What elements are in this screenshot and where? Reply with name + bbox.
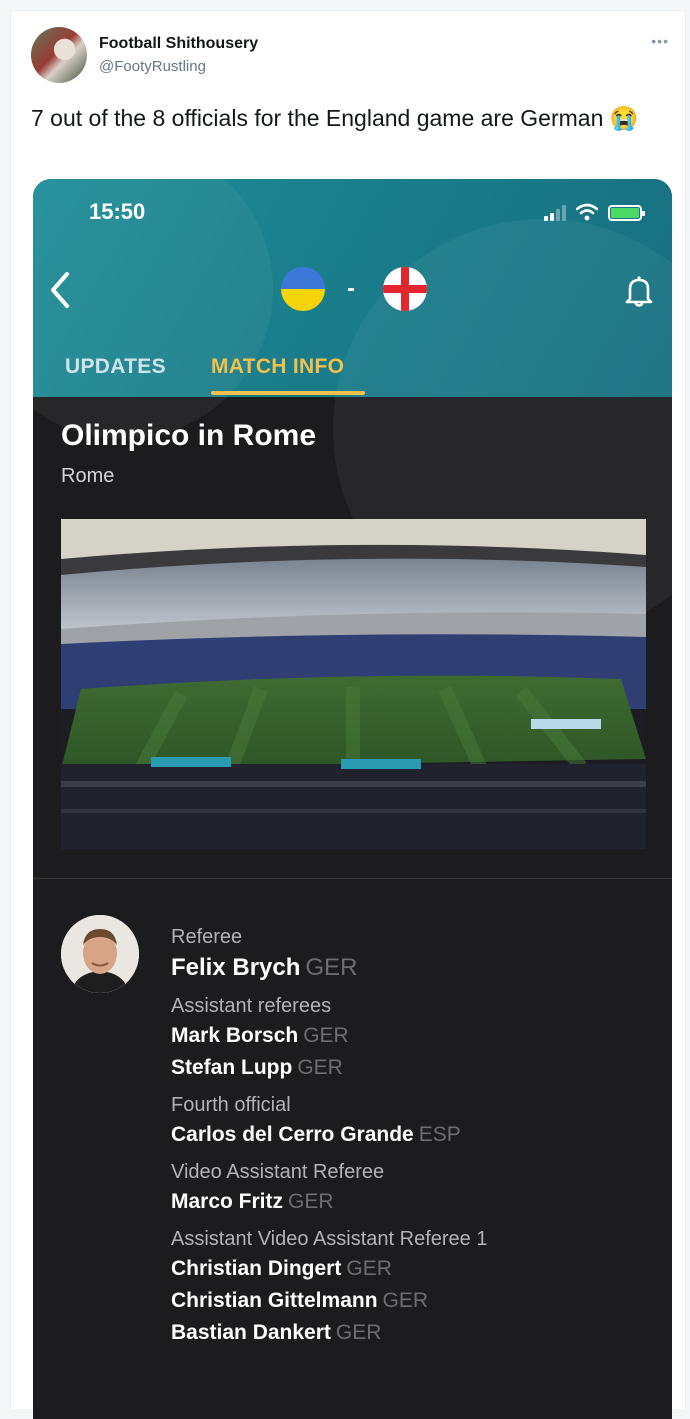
role-label: Video Assistant Referee (171, 1161, 385, 1183)
official-nationality: ESP (418, 1123, 461, 1146)
status-icons (544, 203, 645, 221)
role-label: Assistant Video Assistant Referee 1 (171, 1228, 488, 1250)
venue-city: Rome (61, 465, 115, 487)
tab-updates[interactable]: UPDATES (65, 355, 166, 379)
battery-charging-icon (608, 205, 645, 221)
tab-match-info[interactable]: MATCH INFO (211, 355, 344, 379)
author-display-name[interactable]: Football Shithousery (99, 35, 258, 53)
official-nationality: GER (335, 1321, 382, 1344)
official-name: Bastian Dankert (171, 1321, 331, 1344)
status-time: 15:50 (89, 199, 146, 224)
official-nationality: GER (303, 1024, 349, 1047)
official-name: Christian Gittelmann (171, 1289, 378, 1312)
app-header: 15:50 - UPDATES MATCH INFO (33, 179, 672, 639)
official-nationality: GER (346, 1257, 392, 1280)
stadium-photo (61, 519, 646, 849)
official-row[interactable]: Felix Brych GER (171, 951, 651, 985)
official-name: Felix Brych (171, 954, 301, 981)
section-divider (33, 878, 672, 879)
role-label: Fourth official (171, 1094, 291, 1116)
official-row[interactable]: Christian Dingert GER (171, 1253, 651, 1285)
venue-name: Olimpico in Rome (61, 419, 317, 452)
embedded-screenshot[interactable]: 15:50 - UPDATES MATCH INFO Olimpico in R… (33, 179, 672, 1419)
official-row[interactable]: Carlos del Cerro Grande ESP (171, 1119, 651, 1151)
active-tab-indicator (211, 391, 365, 395)
official-nationality: GER (305, 954, 358, 981)
more-horizontal-icon[interactable]: ••• (651, 33, 669, 49)
official-nationality: GER (288, 1190, 334, 1213)
author-handle[interactable]: @FootyRustling (99, 58, 206, 75)
role-label: Referee (171, 926, 243, 948)
official-name: Stefan Lupp (171, 1056, 293, 1079)
role-label: Assistant referees (171, 995, 332, 1017)
tweet-card: Football Shithousery @FootyRustling ••• … (10, 10, 686, 1419)
official-nationality: GER (297, 1056, 343, 1079)
official-row[interactable]: Bastian Dankert GER (171, 1317, 651, 1349)
official-row[interactable]: Marco Fritz GER (171, 1186, 651, 1218)
official-name: Christian Dingert (171, 1257, 342, 1280)
bell-icon[interactable] (625, 275, 653, 307)
official-row[interactable]: Christian Gittelmann GER (171, 1285, 651, 1317)
author-avatar[interactable] (31, 27, 87, 83)
tweet-text: 7 out of the 8 officials for the England… (31, 105, 639, 131)
match-separator: - (347, 275, 355, 302)
official-row[interactable]: Stefan Lupp GER (171, 1052, 651, 1084)
back-chevron-icon[interactable] (49, 271, 71, 309)
ukraine-flag-icon[interactable] (281, 267, 325, 311)
cellular-signal-icon (544, 205, 566, 221)
wifi-icon (576, 203, 598, 221)
england-flag-icon[interactable] (383, 267, 427, 311)
officials-list: Referee Felix Brych GER Assistant referee… (171, 923, 651, 1349)
official-name: Carlos del Cerro Grande (171, 1123, 414, 1146)
official-name: Mark Borsch (171, 1024, 299, 1047)
official-name: Marco Fritz (171, 1190, 284, 1213)
referee-photo (61, 915, 139, 993)
official-nationality: GER (382, 1289, 429, 1312)
official-row[interactable]: Mark Borsch GER (171, 1020, 651, 1052)
